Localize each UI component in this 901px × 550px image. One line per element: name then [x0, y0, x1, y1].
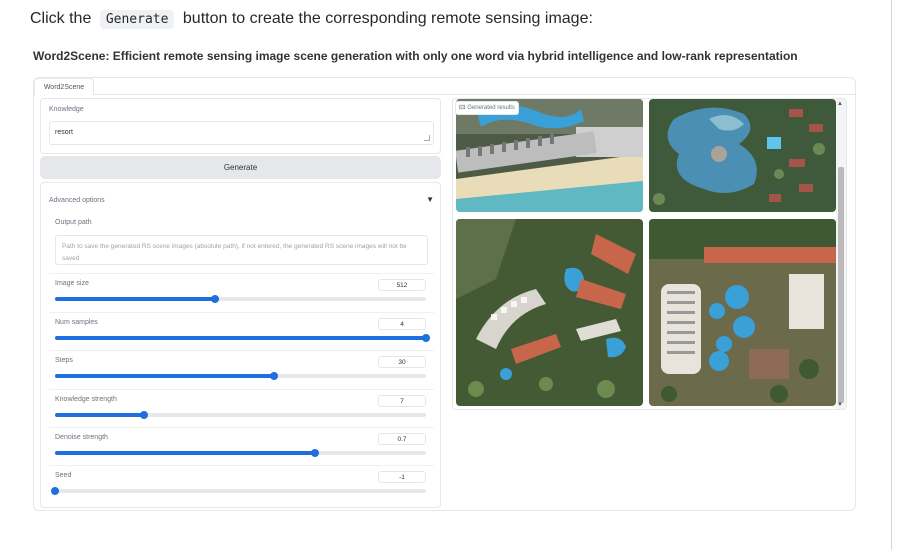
- slider-handle[interactable]: [422, 334, 430, 342]
- slider-fill: [55, 451, 315, 455]
- slider-fill: [55, 297, 215, 301]
- gallery-scrollbar[interactable]: ▲ ▼: [836, 99, 846, 409]
- slider-fill: [55, 413, 145, 417]
- instruction-post: button to create the corresponding remot…: [182, 10, 593, 27]
- slider-value-input[interactable]: 4: [378, 318, 426, 330]
- output-path-block: Output path Path to save the generated R…: [49, 213, 434, 265]
- controls-column: Knowledge resort Generate Advanced optio…: [40, 98, 441, 508]
- slider-track[interactable]: [55, 449, 426, 457]
- gallery-label: 🖾 Generated results: [455, 101, 519, 115]
- slider-value-input[interactable]: 7: [378, 395, 426, 407]
- slider-knowledge-strength[interactable]: Knowledge strength 7: [49, 389, 434, 426]
- slider-label: Seed: [55, 472, 72, 479]
- tab-divider: [93, 94, 855, 95]
- resize-handle-icon[interactable]: [424, 135, 430, 141]
- slider-label: Knowledge strength: [55, 396, 117, 403]
- slider-denoise-strength[interactable]: Denoise strength 0.7: [49, 427, 434, 464]
- slider-handle[interactable]: [140, 411, 149, 419]
- slider-label: Num samples: [55, 319, 98, 326]
- slider-track[interactable]: [55, 372, 426, 380]
- advanced-options-panel: Advanced options ▼ Output path Path to s…: [40, 182, 441, 508]
- generated-image-1[interactable]: [456, 99, 643, 212]
- page: Click the Generate button to create the …: [0, 0, 901, 550]
- instruction-text: Click the Generate button to create the …: [30, 10, 593, 29]
- slider-track[interactable]: [55, 295, 426, 303]
- slider-track[interactable]: [51, 487, 426, 495]
- generated-image-2[interactable]: [649, 99, 836, 212]
- tab-word2scene[interactable]: Word2Scene: [34, 78, 94, 95]
- knowledge-block: Knowledge resort: [40, 98, 441, 154]
- page-title: Word2Scene: Efficient remote sensing ima…: [33, 49, 798, 63]
- slider-value-input[interactable]: 0.7: [378, 433, 426, 445]
- slider-label: Denoise strength: [55, 434, 108, 441]
- scroll-up-icon[interactable]: ▲: [837, 101, 843, 107]
- slider-handle[interactable]: [51, 487, 59, 495]
- slider-steps[interactable]: Steps 30: [49, 350, 434, 387]
- generated-results-gallery: 🖾 Generated results ▲ ▼: [452, 98, 847, 410]
- slider-value-input[interactable]: 512: [378, 279, 426, 291]
- instruction-pre: Click the: [30, 10, 92, 27]
- slider-value-input[interactable]: 30: [378, 356, 426, 368]
- output-path-input[interactable]: Path to save the generated RS scene imag…: [55, 235, 428, 265]
- slider-handle[interactable]: [210, 295, 219, 303]
- slider-label: Steps: [55, 357, 73, 364]
- slider-fill: [55, 374, 274, 378]
- collapse-triangle-icon[interactable]: ▼: [426, 195, 434, 204]
- generated-image-4[interactable]: [649, 219, 836, 406]
- slider-seed[interactable]: Seed -1: [49, 465, 434, 502]
- slider-fill: [55, 336, 426, 340]
- slider-label: Image size: [55, 280, 89, 287]
- slider-value-input[interactable]: -1: [378, 471, 426, 483]
- gallery-label-text: Generated results: [467, 105, 515, 111]
- generate-button[interactable]: Generate: [40, 156, 441, 179]
- slider-track[interactable]: [55, 411, 426, 419]
- knowledge-input[interactable]: resort: [49, 121, 434, 145]
- scroll-down-icon[interactable]: ▼: [837, 402, 843, 408]
- output-path-label: Output path: [55, 219, 92, 226]
- app-panel: Word2Scene Knowledge resort Generate Adv…: [33, 77, 856, 511]
- scrollbar-thumb[interactable]: [838, 167, 844, 403]
- generated-image-3[interactable]: [456, 219, 643, 406]
- slider-handle[interactable]: [310, 449, 319, 457]
- advanced-options-label[interactable]: Advanced options: [49, 197, 105, 204]
- knowledge-label: Knowledge: [49, 106, 84, 113]
- slider-track[interactable]: [55, 334, 430, 342]
- divider: [891, 0, 892, 550]
- slider-image-size[interactable]: Image size 512: [49, 273, 434, 310]
- inline-code-generate: Generate: [99, 10, 175, 29]
- slider-num-samples[interactable]: Num samples 4: [49, 312, 434, 349]
- slider-handle[interactable]: [269, 372, 278, 380]
